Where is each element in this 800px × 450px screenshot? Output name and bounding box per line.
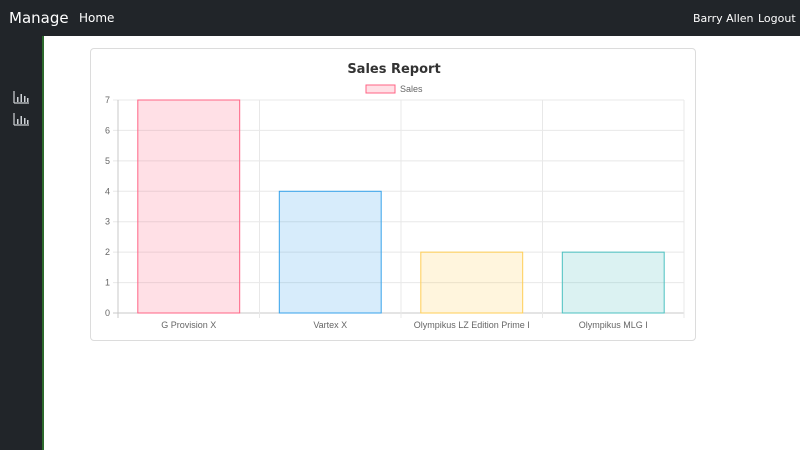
x-tick-label: G Provision X bbox=[161, 320, 216, 330]
legend-label[interactable]: Sales bbox=[400, 84, 423, 94]
y-tick-label: 5 bbox=[105, 156, 110, 166]
sales-report-card: Sales Report Sales 0 1 2 3 4 5 6 7 G Provision … bbox=[90, 48, 696, 341]
bar-chart-icon[interactable] bbox=[13, 112, 30, 126]
bar[interactable] bbox=[420, 251, 524, 314]
y-tick-label: 3 bbox=[105, 217, 110, 227]
brand-link[interactable]: Manage bbox=[9, 9, 69, 27]
top-navbar: Manage Home Barry Allen Logout bbox=[0, 0, 800, 36]
bar-chart-icon[interactable] bbox=[13, 90, 30, 104]
x-axis-ticks: G Provision X Vartex X Olympikus LZ Editio… bbox=[161, 320, 648, 330]
y-tick-label: 7 bbox=[105, 95, 110, 105]
sidebar bbox=[0, 36, 44, 450]
bar[interactable] bbox=[278, 190, 382, 314]
sales-chart: Sales Report Sales 0 1 2 3 4 5 6 7 G Provision … bbox=[105, 62, 685, 330]
y-tick-label: 2 bbox=[105, 247, 110, 257]
x-tick-label: Olympikus MLG I bbox=[579, 320, 648, 330]
nav-home-link[interactable]: Home bbox=[79, 11, 114, 25]
y-tick-label: 1 bbox=[105, 278, 110, 288]
y-axis-ticks: 0 1 2 3 4 5 6 7 bbox=[105, 95, 110, 318]
x-tick-label: Vartex X bbox=[313, 320, 347, 330]
y-tick-label: 4 bbox=[105, 186, 110, 196]
nav-logout-link[interactable]: Logout bbox=[758, 12, 796, 25]
bar[interactable] bbox=[137, 99, 241, 314]
nav-user-link[interactable]: Barry Allen bbox=[693, 12, 754, 25]
x-tick-label: Olympikus LZ Edition Prime I bbox=[414, 320, 530, 330]
y-tick-label: 0 bbox=[105, 308, 110, 318]
y-tick-label: 6 bbox=[105, 125, 110, 135]
legend-swatch[interactable] bbox=[365, 84, 396, 94]
chart-title: Sales Report bbox=[347, 62, 440, 77]
bar[interactable] bbox=[561, 251, 665, 314]
